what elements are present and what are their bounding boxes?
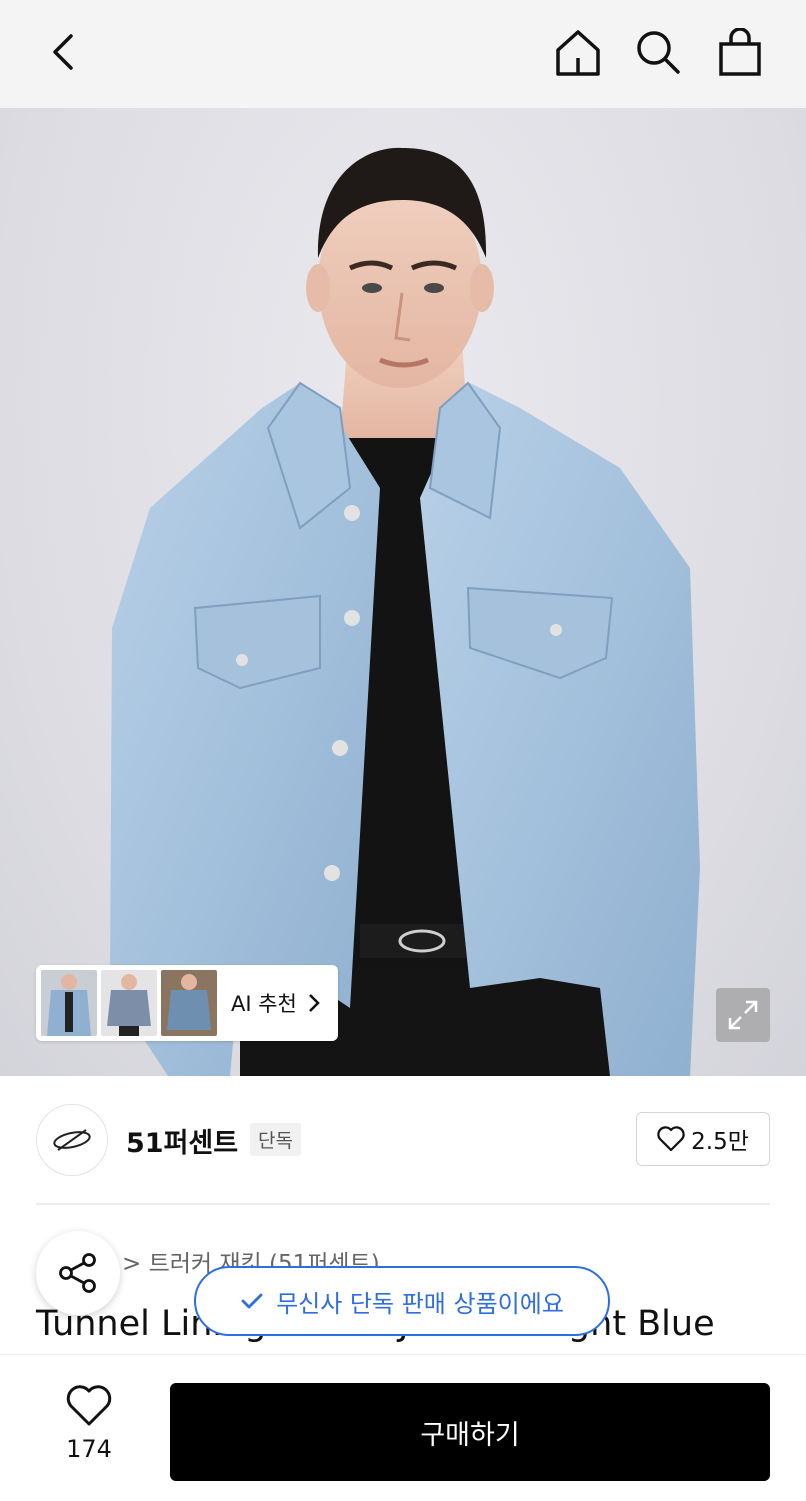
recommendation-thumbnail[interactable] [41, 970, 97, 1036]
share-button[interactable] [36, 1231, 120, 1315]
brand-row: 51퍼센트 단독 2.5만 [0, 1077, 806, 1203]
recommendation-thumbnail[interactable] [161, 970, 217, 1036]
toast-text: 무신사 단독 판매 상품이에요 [276, 1289, 564, 1318]
share-icon [59, 1253, 96, 1293]
recommendation-thumbnail[interactable] [101, 970, 157, 1036]
back-button[interactable] [34, 22, 94, 82]
ai-recommendation-card[interactable]: AI 추천 [36, 965, 338, 1041]
expand-icon [728, 1000, 758, 1030]
heart-icon [657, 1126, 685, 1152]
divider [36, 1203, 770, 1205]
expand-image-button[interactable] [716, 988, 770, 1042]
brand-logo-mark [53, 1129, 91, 1151]
brand-logo[interactable] [36, 1104, 108, 1176]
chevron-left-icon [53, 34, 73, 70]
wishlist-count: 174 [66, 1435, 112, 1463]
cart-button[interactable] [710, 22, 770, 82]
bottom-action-bar: 174 구매하기 [0, 1354, 806, 1501]
ai-recommend-label: AI 추천 [231, 992, 297, 1016]
home-icon [556, 30, 600, 76]
exclusive-badge: 단독 [250, 1123, 301, 1156]
product-image[interactable]: AI 추천 [0, 108, 806, 1076]
search-icon [637, 31, 680, 74]
search-button[interactable] [628, 22, 688, 82]
brand-like-button[interactable]: 2.5만 [636, 1112, 770, 1166]
home-button[interactable] [548, 22, 608, 82]
brand-name[interactable]: 51퍼센트 [126, 1121, 238, 1160]
wishlist-button[interactable]: 174 [40, 1385, 138, 1475]
check-icon [241, 1293, 263, 1309]
model-illustration [110, 147, 700, 1076]
buy-button-label: 구매하기 [420, 1419, 520, 1451]
chevron-right-icon [308, 994, 320, 1012]
top-navigation-bar [0, 0, 806, 108]
heart-icon [66, 1385, 112, 1426]
exclusive-toast: 무신사 단독 판매 상품이에요 [194, 1266, 610, 1336]
brand-like-count: 2.5만 [691, 1129, 749, 1155]
shopping-bag-icon [719, 28, 761, 76]
buy-button[interactable]: 구매하기 [170, 1383, 770, 1481]
